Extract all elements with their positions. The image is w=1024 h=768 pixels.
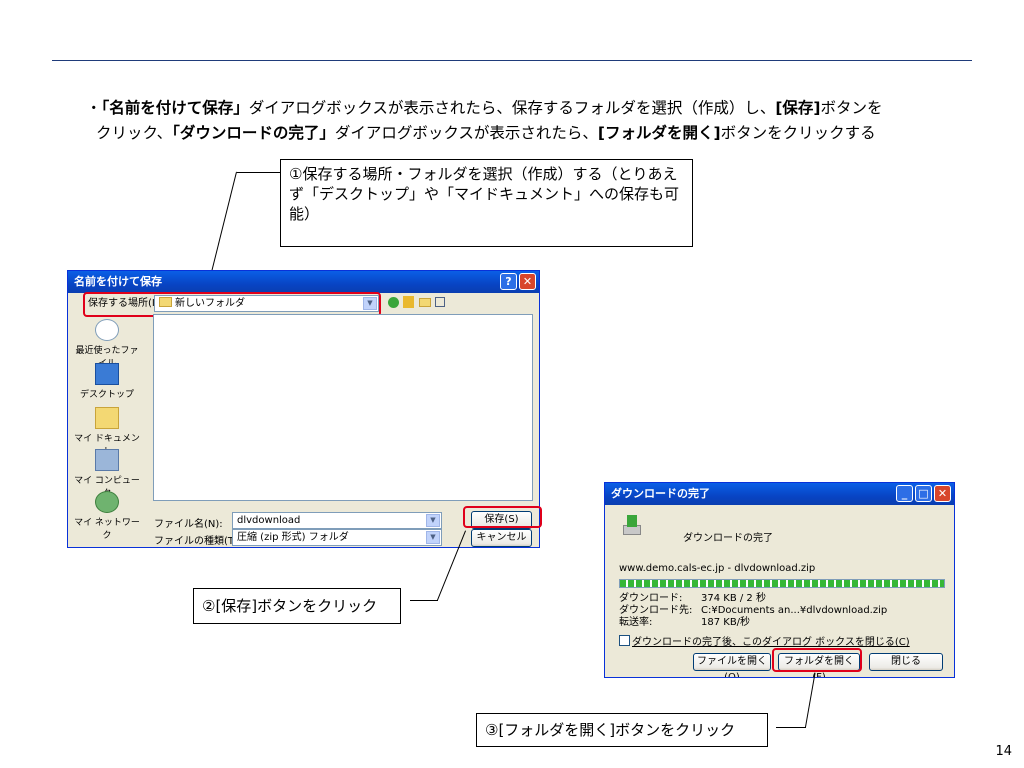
place-recent[interactable]: 最近使ったファイル bbox=[72, 319, 142, 369]
instruction-segment: [フォルダを開く] bbox=[597, 124, 721, 142]
cancel-button[interactable]: キャンセル bbox=[471, 529, 532, 547]
download-complete-titlebar: ダウンロードの完了 _ □ ✕ bbox=[605, 483, 954, 505]
close-on-complete-option[interactable]: ダウンロードの完了後、このダイアログ ボックスを閉じる(C) bbox=[619, 633, 910, 648]
close-button[interactable]: ✕ bbox=[519, 273, 536, 290]
filetype-label: ファイルの種類(T): bbox=[154, 536, 242, 547]
my-documents-icon bbox=[95, 407, 119, 429]
arrow-down-icon bbox=[627, 515, 637, 527]
filename-input[interactable]: dlvdownload ▼ bbox=[232, 512, 442, 529]
save-button-highlight bbox=[463, 506, 542, 528]
close-button[interactable]: ✕ bbox=[934, 485, 951, 502]
instruction-segment: ボタンをクリックする bbox=[720, 124, 876, 142]
open-file-button[interactable]: ファイルを開く(O) bbox=[693, 653, 771, 677]
download-heading: ダウンロードの完了 bbox=[683, 533, 773, 544]
callout-text: ①保存する場所・フォルダを選択（作成）する（とりあえず「デスクトップ」や「マイド… bbox=[289, 165, 680, 223]
place-my-network[interactable]: マイ ネットワーク bbox=[72, 491, 142, 541]
callout-leader bbox=[805, 672, 816, 728]
toolbar-icons bbox=[388, 295, 448, 311]
instruction-line-1: ・「名前を付けて保存」ダイアログボックスが表示されたら、保存するフォルダを選択（… bbox=[86, 96, 986, 121]
help-button[interactable]: ? bbox=[500, 273, 517, 290]
places-bar: 最近使ったファイル デスクトップ マイ ドキュメント マイ コンピュータ マイ … bbox=[72, 319, 142, 541]
open-folder-highlight bbox=[772, 648, 862, 672]
recent-files-icon bbox=[95, 319, 119, 341]
callout-select-folder: ①保存する場所・フォルダを選択（作成）する（とりあえず「デスクトップ」や「マイド… bbox=[280, 159, 693, 247]
detail-value: C:¥Documents an...¥dlvdownload.zip bbox=[701, 605, 888, 616]
instruction-segment: 「名前を付けて保存」 bbox=[101, 99, 249, 117]
instruction-segment: ダイアログボックスが表示されたら、保存するフォルダを選択（作成）し、 bbox=[248, 99, 776, 117]
callout-save-button: ②[保存]ボタンをクリック bbox=[193, 588, 401, 624]
place-label: マイ ネットワーク bbox=[74, 518, 140, 541]
detail-label: 転送率: bbox=[619, 617, 653, 628]
instruction-segment: [保存] bbox=[775, 99, 821, 117]
callout-text: ②[保存]ボタンをクリック bbox=[202, 597, 378, 615]
instruction-segment: ダイアログボックスが表示されたら、 bbox=[334, 124, 598, 142]
instruction-segment: ボタンを bbox=[820, 99, 883, 117]
place-label: デスクトップ bbox=[79, 390, 134, 400]
download-progress-fill bbox=[620, 580, 944, 587]
callout-leader bbox=[237, 172, 280, 173]
desktop-icon bbox=[95, 363, 119, 385]
callout-open-folder: ③[フォルダを開く]ボタンをクリック bbox=[476, 713, 768, 747]
chevron-down-icon[interactable]: ▼ bbox=[426, 531, 440, 544]
view-menu-icon[interactable] bbox=[435, 297, 445, 307]
download-url: www.demo.cals-ec.jp - dlvdownload.zip bbox=[619, 563, 816, 574]
filename-value: dlvdownload bbox=[237, 515, 301, 526]
minimize-button[interactable]: _ bbox=[896, 485, 913, 502]
file-list[interactable] bbox=[153, 314, 533, 501]
place-desktop[interactable]: デスクトップ bbox=[72, 363, 142, 400]
my-network-icon bbox=[95, 491, 119, 513]
download-complete-icon bbox=[619, 515, 645, 537]
instruction-line-2: クリック、「ダウンロードの完了」ダイアログボックスが表示されたら、[フォルダを開… bbox=[86, 121, 986, 146]
close-dialog-button[interactable]: 閉じる bbox=[869, 653, 943, 671]
back-icon[interactable] bbox=[388, 297, 399, 308]
detail-row: 転送率: 187 KB/秒 bbox=[619, 617, 949, 629]
detail-row: ダウンロード先: C:¥Documents an...¥dlvdownload.z… bbox=[619, 605, 949, 617]
callout-leader bbox=[410, 600, 438, 601]
instruction-segment: 「ダウンロードの完了」 bbox=[172, 124, 335, 142]
page-number: 14 bbox=[995, 744, 1012, 759]
new-folder-icon[interactable] bbox=[419, 298, 431, 307]
detail-value: 187 KB/秒 bbox=[701, 617, 751, 628]
callout-leader bbox=[776, 727, 806, 728]
bullet-mark: ・ bbox=[86, 99, 102, 117]
header-rule bbox=[52, 60, 972, 61]
callout-text: ③[フォルダを開く]ボタンをクリック bbox=[485, 721, 736, 739]
chevron-down-icon[interactable]: ▼ bbox=[426, 514, 440, 527]
checkbox[interactable] bbox=[619, 635, 630, 646]
filetype-select[interactable]: 圧縮 (zip 形式) フォルダ ▼ bbox=[232, 529, 442, 546]
filename-label: ファイル名(N): bbox=[154, 519, 223, 530]
download-details: ダウンロード: 374 KB / 2 秒 ダウンロード先: C:¥Documents… bbox=[619, 593, 949, 629]
detail-label: ダウンロード: bbox=[619, 593, 683, 604]
instruction-text: ・「名前を付けて保存」ダイアログボックスが表示されたら、保存するフォルダを選択（… bbox=[86, 96, 986, 146]
up-folder-icon[interactable] bbox=[403, 296, 414, 308]
my-computer-icon bbox=[95, 449, 119, 471]
detail-value: 374 KB / 2 秒 bbox=[701, 593, 766, 604]
instruction-segment: クリック、 bbox=[96, 124, 173, 142]
save-as-titlebar: 名前を付けて保存 ? ✕ bbox=[68, 271, 539, 293]
detail-row: ダウンロード: 374 KB / 2 秒 bbox=[619, 593, 949, 605]
detail-label: ダウンロード先: bbox=[619, 605, 693, 616]
download-progress-bar bbox=[619, 579, 945, 588]
filetype-value: 圧縮 (zip 形式) フォルダ bbox=[237, 532, 349, 543]
checkbox-label: ダウンロードの完了後、このダイアログ ボックスを閉じる(C) bbox=[632, 637, 910, 648]
download-complete-title: ダウンロードの完了 bbox=[611, 487, 710, 500]
maximize-button[interactable]: □ bbox=[915, 485, 932, 502]
save-as-title: 名前を付けて保存 bbox=[74, 275, 162, 288]
